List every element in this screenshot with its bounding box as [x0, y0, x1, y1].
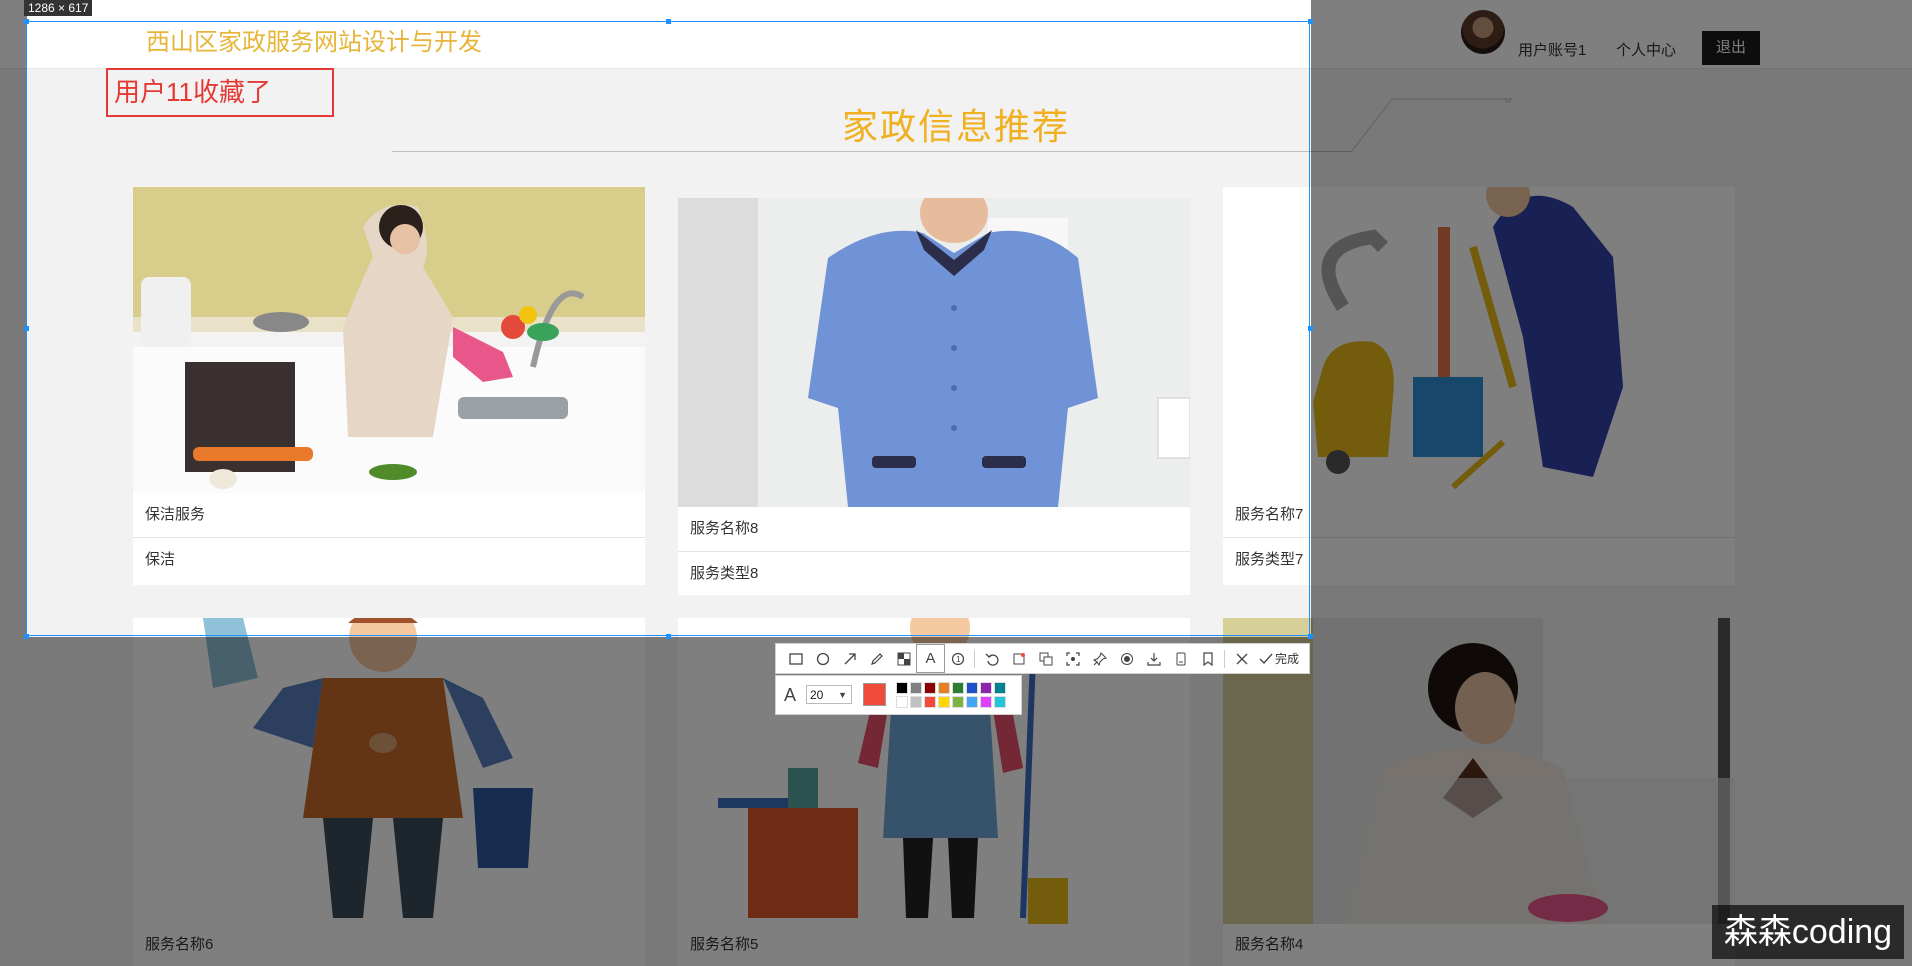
scroll-capture-icon[interactable] [1059, 645, 1086, 672]
record-icon[interactable] [1113, 645, 1140, 672]
resize-handle[interactable] [666, 19, 671, 24]
color-swatch[interactable] [966, 682, 978, 694]
capture-toolbar: A 1 完成 [775, 643, 1310, 674]
color-swatch[interactable] [994, 696, 1006, 708]
resize-handle[interactable] [1308, 634, 1313, 639]
color-swatch[interactable] [896, 682, 908, 694]
text-icon[interactable]: A [916, 644, 945, 673]
color-swatch[interactable] [924, 696, 936, 708]
color-swatch[interactable] [910, 682, 922, 694]
toolbar-separator [1224, 649, 1225, 668]
toolbar-separator [974, 649, 975, 668]
resize-handle[interactable] [666, 634, 671, 639]
color-swatch[interactable] [952, 682, 964, 694]
save-icon[interactable] [1140, 645, 1167, 672]
svg-text:1: 1 [956, 655, 961, 664]
pencil-icon[interactable] [863, 645, 890, 672]
capture-size-label: 1286 × 617 [24, 0, 93, 16]
color-palette [896, 682, 1007, 709]
color-swatch[interactable] [924, 682, 936, 694]
mosaic-icon[interactable] [890, 645, 917, 672]
bookmark-icon[interactable] [1194, 645, 1221, 672]
pin-icon[interactable] [1086, 645, 1113, 672]
serial-number-icon[interactable]: 1 [944, 645, 971, 672]
color-swatch[interactable] [994, 682, 1006, 694]
check-icon [1259, 653, 1273, 664]
page-background: 西山区家政服务网站设计与开发 用户账号1 个人中心 退出 家政信息推荐 [0, 0, 1912, 966]
color-swatch[interactable] [896, 696, 908, 708]
arrow-icon[interactable] [836, 645, 863, 672]
color-swatch[interactable] [938, 682, 950, 694]
capture-dim-overlay [1311, 0, 1912, 966]
watermark: 森森coding [1712, 905, 1904, 959]
translate-icon[interactable] [1032, 645, 1059, 672]
capture-dim-overlay [27, 637, 1311, 966]
undo-icon[interactable] [978, 645, 1005, 672]
close-icon[interactable] [1228, 645, 1255, 672]
color-swatch[interactable] [952, 696, 964, 708]
resize-handle[interactable] [1308, 19, 1313, 24]
ocr-icon[interactable] [1005, 645, 1032, 672]
long-screenshot-icon[interactable] [1167, 645, 1194, 672]
done-label: 完成 [1275, 652, 1300, 666]
chevron-down-icon: ▼ [838, 690, 847, 700]
color-swatch[interactable] [980, 682, 992, 694]
done-button[interactable]: 完成 [1259, 650, 1299, 667]
current-color-swatch[interactable] [863, 683, 886, 706]
rectangle-icon[interactable] [782, 645, 809, 672]
resize-handle[interactable] [24, 326, 29, 331]
color-swatch[interactable] [980, 696, 992, 708]
font-icon: A [784, 685, 797, 705]
text-style-bar: A 20 ▼ [775, 675, 1022, 715]
color-swatch[interactable] [966, 696, 978, 708]
color-swatch[interactable] [910, 696, 922, 708]
annotation-text-box[interactable]: 用户11收藏了 [106, 68, 334, 117]
resize-handle[interactable] [24, 19, 29, 24]
ellipse-icon[interactable] [809, 645, 836, 672]
capture-dim-overlay [0, 0, 27, 966]
font-size-select[interactable]: 20 ▼ [806, 685, 852, 704]
font-size-value: 20 [810, 688, 824, 702]
resize-handle[interactable] [1308, 326, 1313, 331]
color-swatch[interactable] [938, 696, 950, 708]
resize-handle[interactable] [24, 634, 29, 639]
